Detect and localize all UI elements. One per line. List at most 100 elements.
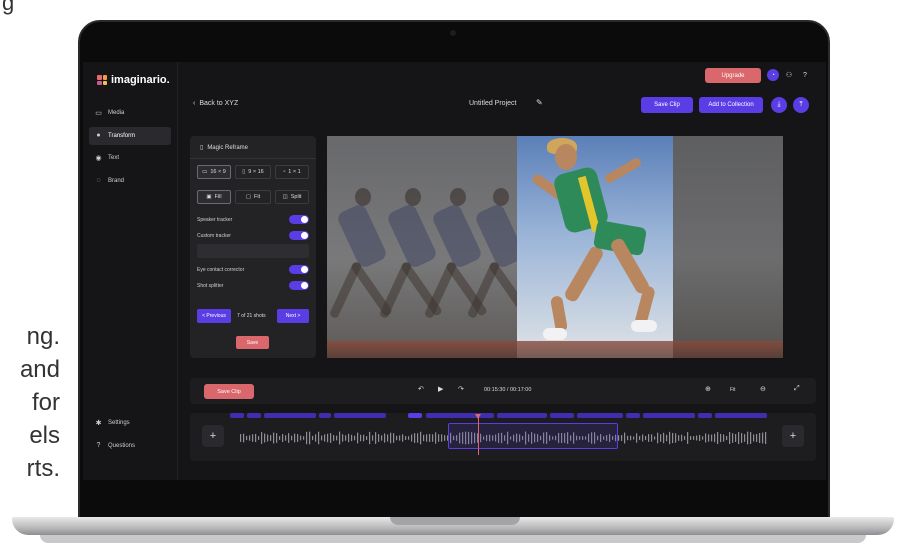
gear-icon: ✱ bbox=[95, 419, 102, 427]
sidebar-item-text[interactable]: ◉ Text bbox=[89, 149, 171, 167]
waveform-bar bbox=[330, 433, 332, 443]
waveform-bar bbox=[729, 432, 731, 444]
split-icon: ◫ bbox=[282, 194, 288, 200]
add-left-button[interactable]: + bbox=[202, 425, 224, 447]
brand-logo[interactable]: imaginario. bbox=[97, 74, 170, 86]
speaker-tracker-toggle[interactable] bbox=[289, 215, 309, 224]
waveform-bar bbox=[627, 435, 629, 441]
next-button[interactable]: Next > bbox=[277, 309, 309, 323]
custom-tracker-input[interactable] bbox=[197, 244, 309, 258]
share-icon[interactable]: ⤒ bbox=[793, 97, 809, 113]
laptop-lid: imaginario. ▭ Media ● Transform ◉ Text ◌… bbox=[78, 20, 830, 522]
timeline-segment[interactable] bbox=[264, 413, 316, 418]
add-right-button[interactable]: + bbox=[782, 425, 804, 447]
playhead[interactable] bbox=[475, 414, 481, 455]
timeline-segment[interactable] bbox=[426, 413, 494, 418]
waveform-bar bbox=[279, 436, 281, 440]
waveform-bar bbox=[750, 432, 752, 444]
waveform-bar bbox=[414, 433, 416, 443]
waveform-bar bbox=[720, 433, 722, 443]
timeline-segment[interactable] bbox=[550, 413, 574, 418]
waveform-bar bbox=[636, 433, 638, 443]
sidebar: imaginario. ▭ Media ● Transform ◉ Text ◌… bbox=[83, 62, 178, 480]
waveform-bar bbox=[276, 433, 278, 443]
waveform-bar bbox=[621, 435, 623, 441]
back-link[interactable]: ‹ Back to XYZ bbox=[193, 100, 238, 107]
fit-mode-button[interactable]: ▢ Fit bbox=[235, 190, 271, 204]
custom-tracker-toggle[interactable] bbox=[289, 231, 309, 240]
timeline-segment[interactable] bbox=[319, 413, 331, 418]
waveform-bar bbox=[312, 435, 314, 441]
waveform-bar bbox=[705, 433, 707, 443]
waveform-bar bbox=[429, 434, 431, 442]
shot-splitter-toggle[interactable] bbox=[289, 281, 309, 290]
transport-save-clip-button[interactable]: Save Clip bbox=[204, 384, 254, 399]
play-icon[interactable]: ▶ bbox=[438, 385, 443, 393]
sidebar-item-brand[interactable]: ◌ Brand bbox=[89, 172, 171, 190]
portrait-icon: ▯ bbox=[242, 169, 246, 175]
waveform-bar bbox=[273, 432, 275, 444]
waveform-bar bbox=[360, 434, 362, 442]
fit-icon: ▢ bbox=[245, 194, 252, 200]
waveform-bar bbox=[321, 435, 323, 441]
timeline-segment-selected[interactable] bbox=[408, 413, 422, 418]
shot-count: 7 of 21 shots bbox=[237, 313, 266, 319]
back-label: Back to XYZ bbox=[199, 100, 239, 107]
waveform-bar bbox=[657, 432, 659, 444]
timeline-segment[interactable] bbox=[715, 413, 767, 418]
waveform-bar bbox=[366, 436, 368, 440]
eye-contact-toggle[interactable] bbox=[289, 265, 309, 274]
redo-icon[interactable]: ↷ bbox=[458, 385, 464, 393]
fill-mode-button[interactable]: ▣ Fill bbox=[197, 190, 231, 204]
waveform-bar bbox=[687, 432, 689, 444]
timeline-segment[interactable] bbox=[626, 413, 640, 418]
timeline-segment[interactable] bbox=[247, 413, 261, 418]
waveform-bar bbox=[297, 434, 299, 442]
sidebar-item-questions[interactable]: ? Questions bbox=[89, 437, 171, 455]
timeline-segment[interactable] bbox=[698, 413, 712, 418]
waveform-bar bbox=[294, 433, 296, 443]
edit-icon[interactable]: ✎ bbox=[536, 98, 543, 107]
timeline-segment[interactable] bbox=[334, 413, 386, 418]
previous-button[interactable]: < Previous bbox=[197, 309, 231, 323]
zoom-in-icon[interactable]: ⊕ bbox=[705, 385, 711, 393]
zoom-fit-label[interactable]: Fit bbox=[730, 387, 736, 393]
waveform-bar bbox=[396, 435, 398, 441]
user-icon[interactable]: ⚇ bbox=[783, 69, 795, 81]
upgrade-button[interactable]: Upgrade bbox=[705, 68, 761, 83]
zoom-out-icon[interactable]: ⊖ bbox=[760, 385, 766, 393]
waveform-bar bbox=[435, 432, 437, 444]
waveform-bar bbox=[342, 434, 344, 442]
video-preview[interactable] bbox=[327, 136, 783, 358]
download-icon[interactable]: ⤓ bbox=[771, 97, 787, 113]
waveform-bar bbox=[354, 435, 356, 441]
timeline-segment[interactable] bbox=[643, 413, 695, 418]
waveform-bar bbox=[678, 435, 680, 441]
save-clip-button[interactable]: Save Clip bbox=[641, 97, 693, 113]
custom-tracker-row: Custom tracker bbox=[197, 231, 309, 240]
waveform-bar bbox=[654, 436, 656, 440]
waveform-bar bbox=[441, 434, 443, 442]
help-icon[interactable]: ? bbox=[799, 69, 811, 81]
sidebar-item-media[interactable]: ▭ Media bbox=[89, 104, 171, 122]
editor-header: ‹ Back to XYZ Untitled Project ✎ Save Cl… bbox=[179, 90, 826, 120]
ratio-1x1-button[interactable]: ▫ 1 × 1 bbox=[275, 165, 309, 179]
waveform-bar bbox=[747, 431, 749, 445]
split-mode-button[interactable]: ◫ Split bbox=[275, 190, 309, 204]
waveform-bar bbox=[717, 431, 719, 445]
ratio-9x16-button[interactable]: ▯ 9 × 16 bbox=[235, 165, 271, 179]
notification-icon[interactable]: ◔ bbox=[767, 69, 779, 81]
waveform-bar bbox=[405, 436, 407, 440]
selection-range-handle[interactable] bbox=[448, 423, 618, 449]
sidebar-item-settings[interactable]: ✱ Settings bbox=[89, 414, 171, 432]
ratio-16x9-button[interactable]: ▭ 16 × 9 bbox=[197, 165, 231, 179]
fullscreen-icon[interactable]: ⤢ bbox=[794, 385, 800, 393]
timeline-segment[interactable] bbox=[577, 413, 623, 418]
add-to-collection-button[interactable]: Add to Collection bbox=[699, 97, 763, 113]
sidebar-item-transform[interactable]: ● Transform bbox=[89, 126, 171, 145]
timeline-segment[interactable] bbox=[230, 413, 244, 418]
landscape-icon: ▭ bbox=[202, 169, 208, 175]
undo-icon[interactable]: ↶ bbox=[418, 385, 424, 393]
timeline-segment[interactable] bbox=[497, 413, 547, 418]
panel-save-button[interactable]: Save bbox=[236, 336, 269, 349]
